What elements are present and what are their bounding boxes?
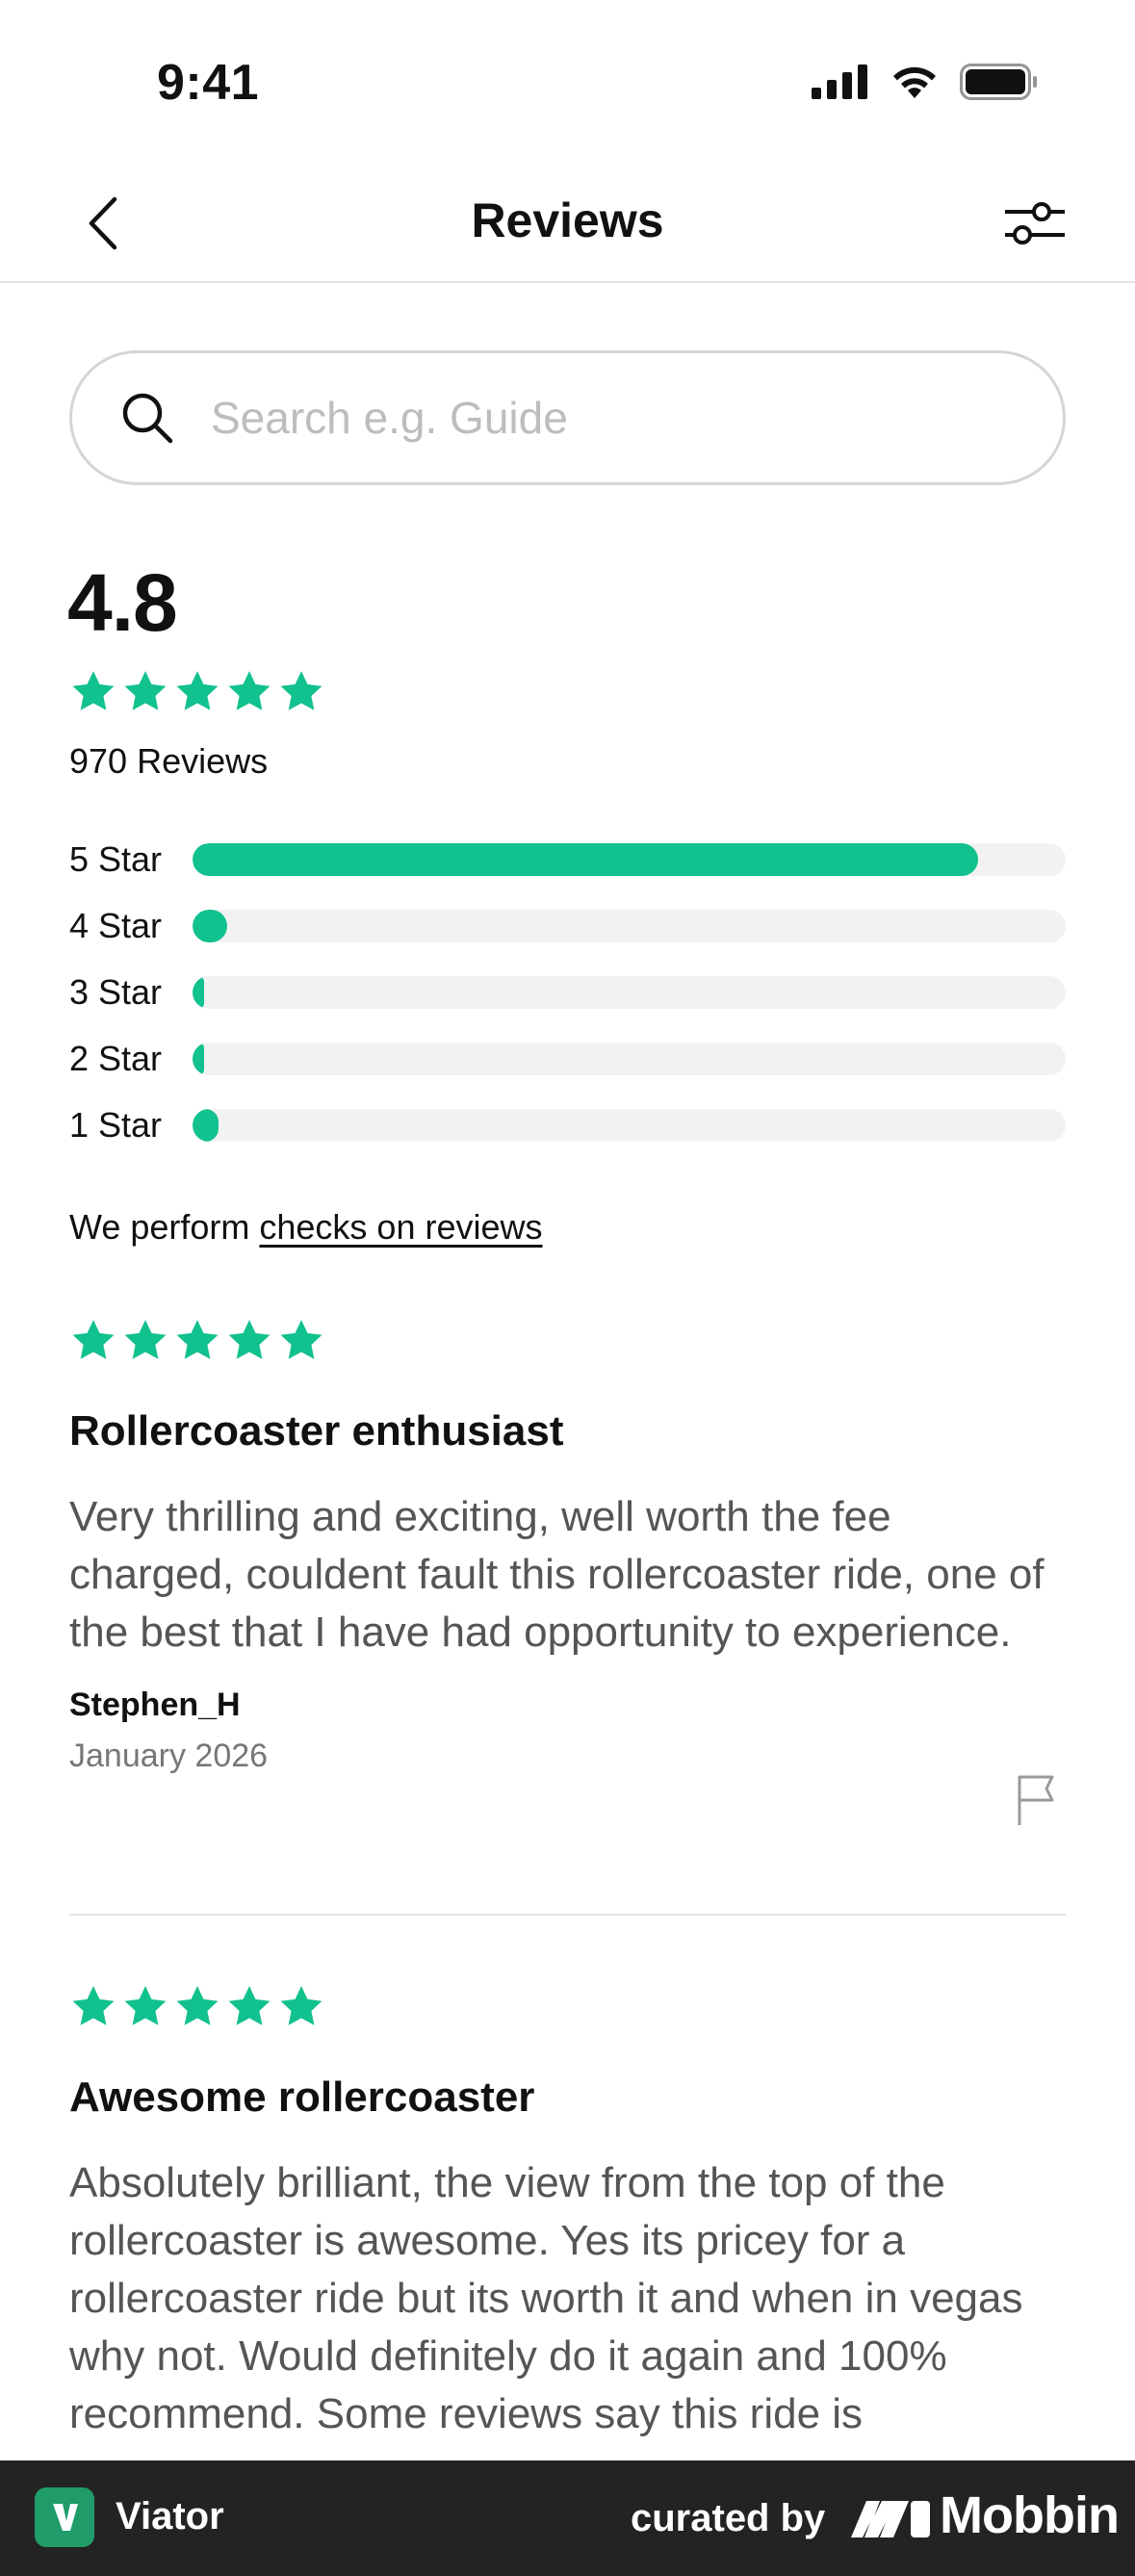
review-stars [69, 1317, 1066, 1365]
rating-row-3[interactable]: 3 Star [69, 959, 1066, 1025]
rating-bar-fill [193, 842, 979, 876]
star-icon [124, 671, 167, 710]
rating-stars [69, 668, 325, 716]
checks-on-reviews-link[interactable]: checks on reviews [259, 1207, 542, 1247]
review-card: Awesome rollercoaster Absolutely brillia… [69, 1983, 1066, 2443]
curated-by-label: curated by [631, 2497, 826, 2539]
app-name: Viator [116, 2495, 224, 2537]
status-time: 9:41 [157, 55, 260, 111]
review-card: Rollercoaster enthusiast Very thrilling … [69, 1317, 1066, 1825]
search-icon [120, 389, 178, 447]
star-icon [72, 671, 115, 710]
star-icon [72, 1320, 115, 1359]
rating-breakdown: 5 Star 4 Star 3 Star 2 Star 1 Star [69, 826, 1066, 1158]
sliders-icon [1005, 202, 1065, 245]
battery-icon [960, 64, 1037, 100]
rating-row-label: 1 Star [69, 1104, 163, 1145]
status-icons [812, 64, 1039, 100]
rating-row-1[interactable]: 1 Star [69, 1092, 1066, 1158]
rating-row-label: 4 Star [69, 905, 163, 945]
rating-row-4[interactable]: 4 Star [69, 892, 1066, 959]
rating-row-2[interactable]: 2 Star [69, 1025, 1066, 1092]
star-icon [280, 1986, 322, 2025]
rating-bar-fill [193, 1108, 219, 1142]
star-icon [228, 1986, 271, 2025]
star-icon [228, 1320, 271, 1359]
review-body: Absolutely brilliant, the view from the … [69, 2159, 1023, 2437]
wifi-icon [893, 66, 936, 98]
search-input[interactable] [211, 392, 962, 444]
rating-bar-track [193, 1042, 1066, 1075]
filter-button[interactable] [1000, 193, 1068, 254]
report-flag-icon[interactable] [1014, 1773, 1062, 1827]
star-icon [124, 1986, 167, 2025]
star-icon [176, 1320, 219, 1359]
star-icon [72, 1986, 115, 2025]
review-date: January 2026 [69, 1738, 269, 1774]
rating-bar-fill [193, 975, 204, 1009]
search-bar[interactable] [69, 350, 1066, 485]
star-icon [228, 671, 271, 710]
star-icon [280, 671, 322, 710]
star-icon [280, 1320, 322, 1359]
review-count: 970 Reviews [69, 741, 269, 781]
rating-bar-fill [193, 1042, 204, 1075]
viator-logo-icon [35, 2487, 94, 2547]
page-title: Reviews [471, 193, 664, 247]
rating-bar-track [193, 1108, 1066, 1142]
status-bar: 9:41 [0, 0, 1135, 164]
rating-row-label: 5 Star [69, 838, 163, 879]
review-title: Rollercoaster enthusiast [69, 1407, 564, 1455]
average-rating: 4.8 [67, 557, 178, 648]
star-icon [176, 1986, 219, 2025]
star-icon [124, 1320, 167, 1359]
rating-row-5[interactable]: 5 Star [69, 826, 1066, 892]
review-author: Stephen_H [69, 1687, 241, 1723]
review-title: Awesome rollercoaster [69, 2074, 535, 2121]
footer-bar: Viator curated by Mobbin [0, 2460, 1135, 2576]
cellular-signal-icon [812, 64, 867, 99]
mobbin-brand: Mobbin [940, 2486, 1120, 2544]
review-divider [69, 1914, 1066, 1916]
review-stars [69, 1983, 1066, 2031]
mobbin-logo-icon [851, 2501, 930, 2537]
review-checks-note: We perform checks on reviews [69, 1207, 543, 1248]
rating-bar-track [193, 975, 1066, 1009]
rating-bar-track [193, 909, 1066, 942]
rating-bar-fill [193, 909, 228, 942]
rating-row-label: 3 Star [69, 971, 163, 1012]
rating-bar-track [193, 842, 1066, 876]
rating-row-label: 2 Star [69, 1038, 163, 1078]
checks-prefix: We perform [69, 1207, 260, 1247]
review-body: Very thrilling and exciting, well worth … [69, 1493, 1045, 1656]
star-icon [176, 671, 219, 710]
nav-bar: Reviews [0, 164, 1135, 283]
